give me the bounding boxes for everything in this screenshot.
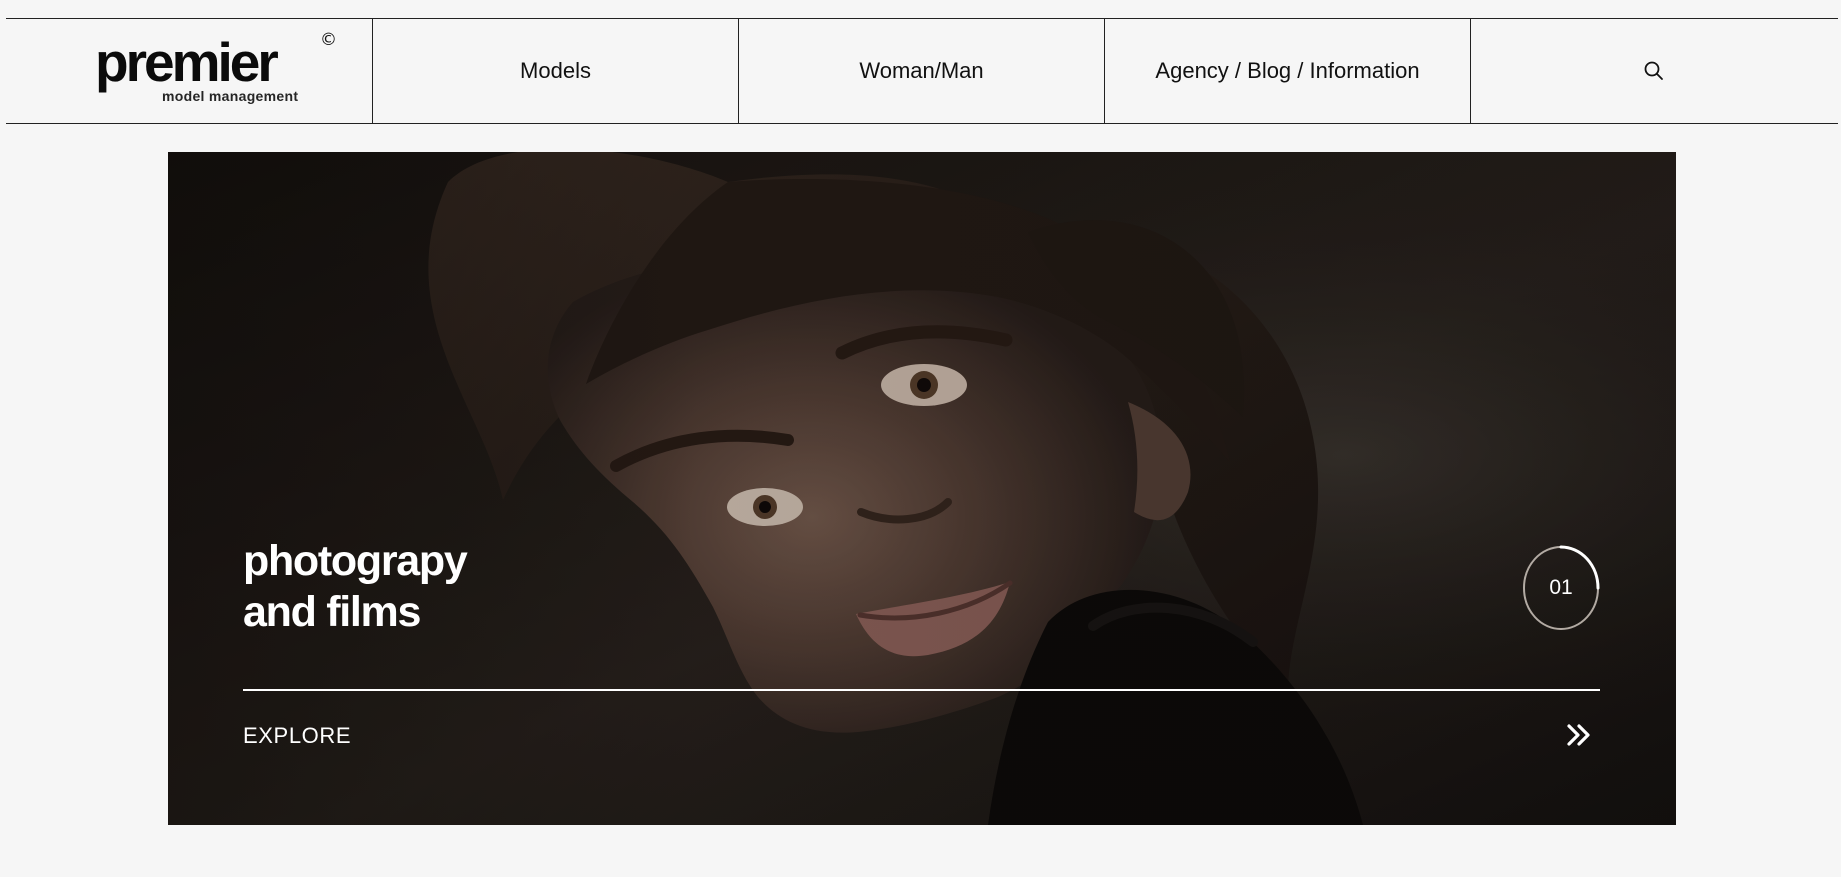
brand-logo[interactable]: premier model management © [95, 31, 337, 105]
hero-title-line-2: and films [243, 588, 421, 636]
search-button[interactable] [1471, 19, 1837, 123]
slide-number: 01 [1549, 576, 1573, 599]
site-header: premier model management © Models Woman/… [6, 18, 1838, 124]
double-chevron-right-icon[interactable] [1564, 720, 1594, 750]
nav-models[interactable]: Models [373, 19, 739, 123]
logo-subtitle: model management [162, 88, 299, 104]
nav-agency-blog-information[interactable]: Agency / Blog / Information [1105, 19, 1471, 123]
hero-banner: photograpy and films 01 EXPLORE [168, 152, 1676, 825]
search-icon [1644, 61, 1663, 80]
logo-cell: premier model management © [6, 19, 373, 123]
hero-divider [243, 689, 1600, 691]
hero-title: photograpy and films [243, 536, 468, 638]
hero-title-line-1: photograpy [243, 537, 468, 585]
slide-counter[interactable]: 01 [1522, 545, 1600, 631]
nav-woman-man-label: Woman/Man [859, 58, 984, 83]
nav-woman-man[interactable]: Woman/Man [739, 19, 1105, 123]
explore-button[interactable]: EXPLORE [243, 723, 351, 749]
nav-models-label: Models [520, 58, 591, 83]
portrait-photo [168, 152, 1676, 825]
nav-agency-blog-information-label: Agency / Blog / Information [1155, 58, 1420, 83]
copyright-icon: © [320, 30, 337, 50]
logo-wordmark: premier [95, 31, 279, 93]
